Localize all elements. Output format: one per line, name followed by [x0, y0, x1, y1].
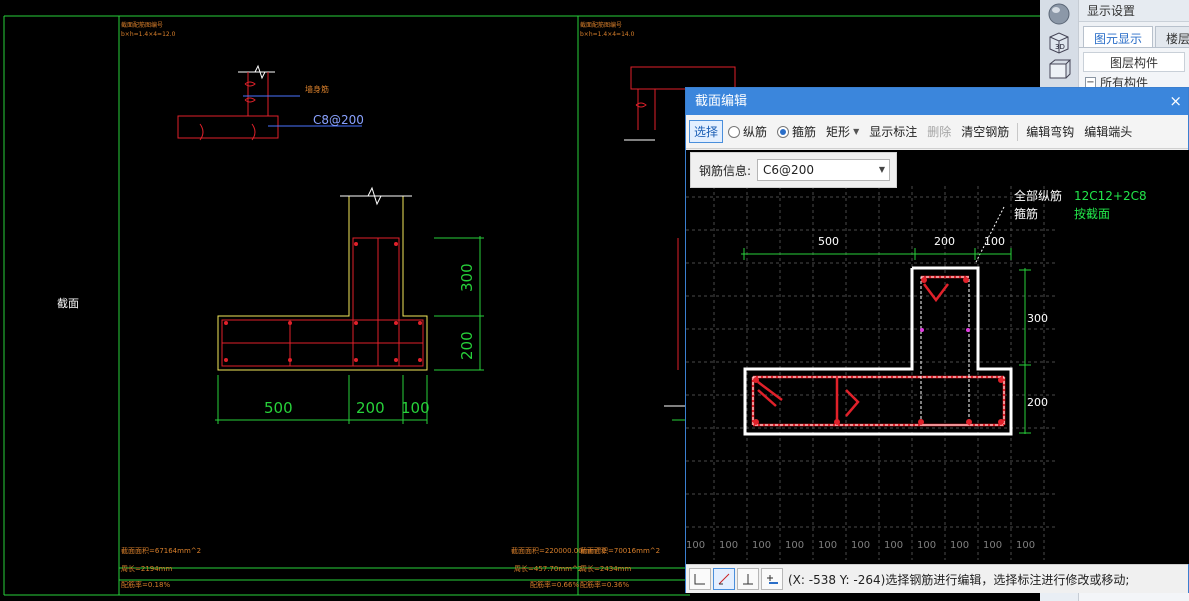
select-button[interactable]: 选择	[689, 120, 724, 143]
dim-v-2: 200	[458, 331, 476, 360]
radio-selected-icon	[777, 125, 790, 138]
tab-element-display[interactable]: 图元显示	[1083, 26, 1154, 47]
dim-top-2: 200	[934, 235, 955, 248]
settings-tabs: 图元显示 楼层	[1079, 22, 1189, 48]
dim-v-1: 300	[458, 263, 476, 292]
footer-left-3: 配筋率=0.18%	[121, 580, 170, 589]
grid-label: 100	[983, 540, 1002, 551]
footer-ra-2: 周长=457.70mm^2	[514, 564, 582, 573]
section-edit-canvas[interactable]: 全部纵筋 12C12+2C8 箍筋 按截面 500 200 100 300 20…	[686, 150, 1189, 564]
stirrup-label: 箍筋	[792, 125, 817, 139]
shape-dropdown[interactable]: 矩形 ▼	[821, 120, 864, 143]
footer-rb-1: 截面面积=70016mm^2	[580, 546, 660, 555]
dialog-titlebar[interactable]: 截面编辑 ×	[686, 88, 1188, 115]
clear-rebar-button[interactable]: 清空钢筋	[956, 120, 1014, 143]
legend-stirrup-label: 箍筋	[1014, 206, 1038, 221]
stirrup-radio[interactable]: 箍筋	[772, 120, 821, 143]
grid-label: 100	[719, 540, 738, 551]
dim-h-3: 100	[401, 399, 430, 417]
footer-left-2: 周长=2194mm	[121, 564, 172, 573]
longitudinal-radio[interactable]: 纵筋	[723, 120, 772, 143]
add-dimension-icon	[767, 575, 778, 584]
legend-longitudinal-label: 全部纵筋	[1014, 188, 1062, 203]
perpendicular-toggle[interactable]	[737, 568, 759, 590]
3d-cube-icon[interactable]: 3D	[1046, 30, 1072, 54]
legend-longitudinal-value: 12C12+2C8	[1074, 189, 1147, 203]
t-section-left	[217, 186, 428, 371]
footer-left-1: 截面面积=67164mm^2	[121, 546, 201, 555]
dim-top-1: 500	[818, 235, 839, 248]
rebar-info-select[interactable]: C6@200 ▼	[757, 159, 891, 181]
footer-rb-2: 周长=2434mm	[580, 564, 631, 573]
dialog-title: 截面编辑	[695, 94, 748, 109]
chevron-down-icon: ▼	[853, 127, 860, 136]
title-block-right-2: b×h=1.4×4=14.0	[580, 31, 635, 38]
dim-right-2: 200	[1027, 396, 1048, 409]
grid-label: 100	[917, 540, 936, 551]
grid-label: 100	[1016, 540, 1035, 551]
shape-label: 矩形	[826, 125, 851, 139]
perpendicular-icon	[743, 574, 753, 585]
view-tool-strip: 3D	[1040, 0, 1078, 90]
section-edit-dialog: 截面编辑 × 选择 纵筋 箍筋 矩形 ▼ 显示标注 删除 清空钢筋 编辑弯钩 编…	[685, 87, 1189, 593]
title-block-left-2: b×h=1.4×4=12.0	[121, 31, 176, 38]
svg-text:3D: 3D	[1055, 43, 1065, 51]
delete-button[interactable]: 删除	[922, 120, 956, 143]
wall-detail	[177, 64, 362, 141]
ortho-toggle[interactable]	[689, 568, 711, 590]
grid-label: 100	[785, 540, 804, 551]
show-annotation-button[interactable]: 显示标注	[864, 120, 922, 143]
dimension-lines-dialog	[741, 248, 1031, 434]
dialog-statusbar: (X: -538 Y: -264)选择钢筋进行编辑，选择标注进行修改或移动;	[686, 564, 1188, 593]
close-icon[interactable]: ×	[1169, 88, 1182, 115]
grid-label: 100	[686, 540, 705, 551]
stirrup-label: C8@200	[313, 113, 364, 127]
dialog-toolbar: 选择 纵筋 箍筋 矩形 ▼ 显示标注 删除 清空钢筋 编辑弯钩 编辑端头	[686, 115, 1188, 149]
ortho-icon	[694, 574, 705, 585]
box-icon[interactable]	[1046, 58, 1072, 82]
section-label: 截面	[57, 296, 79, 310]
grid-label: 100	[752, 540, 771, 551]
longitudinal-label: 纵筋	[743, 125, 768, 139]
dim-right-1: 300	[1027, 312, 1048, 325]
title-block-right-1: 截面配筋图编号	[580, 21, 622, 29]
rebar-info-value: C6@200	[763, 163, 814, 177]
rebar-info-bar: 钢筋信息: C6@200 ▼	[690, 152, 897, 188]
radio-icon	[728, 125, 741, 138]
section-outline	[743, 266, 1013, 436]
grid-label: 100	[851, 540, 870, 551]
footer-ra-3: 配筋率=0.66%	[530, 580, 579, 589]
tab-floor[interactable]: 楼层	[1155, 26, 1189, 47]
status-text: (X: -538 Y: -264)选择钢筋进行编辑，选择标注进行修改或移动;	[788, 572, 1130, 587]
chevron-down-icon: ▼	[878, 165, 886, 174]
settings-title: 显示设置	[1079, 0, 1189, 22]
edit-end-button[interactable]: 编辑端头	[1079, 120, 1137, 143]
grid-label: 100	[884, 540, 903, 551]
rebar-info-label: 钢筋信息:	[699, 163, 752, 178]
dim-h-1: 500	[264, 399, 293, 417]
dim-h-2: 200	[356, 399, 385, 417]
layer-component-header: 图层构件	[1083, 52, 1185, 72]
title-block-left-1: 截面配筋图编号	[121, 21, 163, 29]
rebar-dots-left	[224, 242, 422, 362]
callout-label: 墙身筋	[305, 84, 329, 94]
edit-hook-button[interactable]: 编辑弯钩	[1021, 120, 1079, 143]
dim-top-3: 100	[984, 235, 1005, 248]
snap-toggle[interactable]	[713, 568, 735, 590]
grid-label: 100	[818, 540, 837, 551]
snap-icon	[718, 573, 730, 585]
grid-label: 100	[950, 540, 969, 551]
footer-rb-3: 配筋率=0.36%	[580, 580, 629, 589]
sphere-icon[interactable]	[1046, 2, 1072, 26]
dimension-toggle[interactable]	[761, 568, 783, 590]
legend-stirrup-value: 按截面	[1074, 207, 1110, 221]
toolbar-divider	[1017, 122, 1019, 141]
